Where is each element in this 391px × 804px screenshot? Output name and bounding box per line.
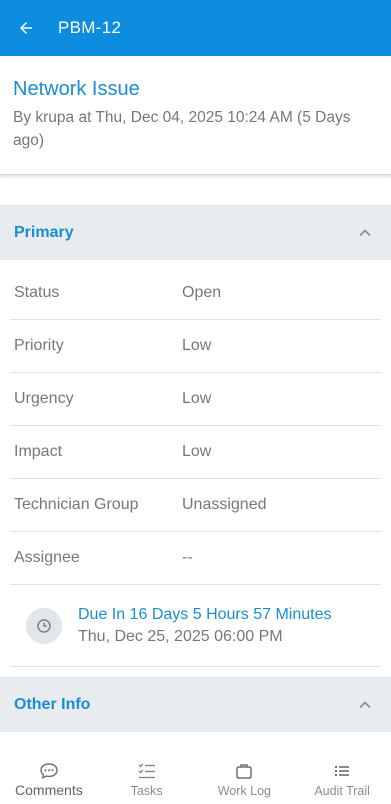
list-icon — [335, 766, 350, 776]
briefcase-icon — [236, 764, 253, 779]
nav-label: Tasks — [130, 784, 163, 798]
field-label: Technician Group — [14, 496, 139, 513]
field-value-status[interactable]: Open — [182, 284, 221, 302]
field-value-technician-group[interactable]: Unassigned — [182, 496, 267, 514]
field-row-impact: Impact Low — [10, 426, 381, 479]
due-date: Thu, Dec 25, 2025 06:00 PM — [78, 627, 283, 645]
due-in-label: Due In 16 Days 5 Hours 57 Minutes — [78, 605, 332, 623]
due-by-row[interactable]: Due In 16 Days 5 Hours 57 Minutes Thu, D… — [10, 586, 381, 667]
nav-comments[interactable]: Comments — [0, 752, 98, 804]
field-row-status: Status Open — [10, 267, 381, 320]
field-row-priority: Priority Low — [10, 320, 381, 373]
field-label: Status — [14, 284, 60, 301]
primary-section-title: Primary — [14, 223, 74, 241]
ticket-meta: By krupa at Thu, Dec 04, 2025 10:24 AM (… — [13, 109, 351, 149]
ticket-header-card: Network Issue By krupa at Thu, Dec 04, 2… — [0, 56, 391, 175]
field-label: Impact — [14, 443, 63, 460]
comment-icon — [40, 763, 58, 780]
field-label: Priority — [14, 337, 64, 354]
other-info-section-title: Other Info — [14, 695, 91, 713]
nav-work-log[interactable]: Work Log — [196, 752, 294, 804]
bottom-navigation: Comments Tasks Work Log Audit Trail — [0, 752, 391, 804]
app-bar: PBM-12 — [0, 0, 391, 56]
field-label: Assignee — [14, 549, 80, 566]
nav-label: Comments — [15, 782, 83, 798]
chevron-up-icon[interactable] — [353, 221, 377, 245]
ticket-subject: Network Issue — [13, 78, 140, 100]
field-row-urgency: Urgency Low — [10, 373, 381, 426]
field-label: Urgency — [14, 390, 74, 407]
field-value-urgency[interactable]: Low — [182, 390, 211, 408]
other-info-section-header[interactable]: Other Info — [0, 677, 391, 732]
nav-label: Audit Trail — [314, 784, 370, 798]
field-row-assignee: Assignee -- — [10, 532, 381, 585]
nav-tasks[interactable]: Tasks — [98, 752, 196, 804]
nav-label: Work Log — [217, 784, 271, 798]
ticket-id-title: PBM-12 — [58, 18, 122, 37]
back-button[interactable] — [0, 0, 52, 56]
field-value-assignee[interactable]: -- — [182, 549, 193, 567]
chevron-up-icon[interactable] — [353, 693, 377, 717]
field-value-priority[interactable]: Low — [182, 337, 211, 355]
primary-section-header[interactable]: Primary — [0, 205, 391, 260]
clock-icon — [26, 608, 62, 644]
tasks-icon — [138, 763, 155, 779]
arrow-left-icon — [20, 22, 32, 34]
field-row-technician-group: Technician Group Unassigned — [10, 479, 381, 532]
field-value-impact[interactable]: Low — [182, 443, 211, 461]
nav-audit-trail[interactable]: Audit Trail — [293, 752, 391, 804]
